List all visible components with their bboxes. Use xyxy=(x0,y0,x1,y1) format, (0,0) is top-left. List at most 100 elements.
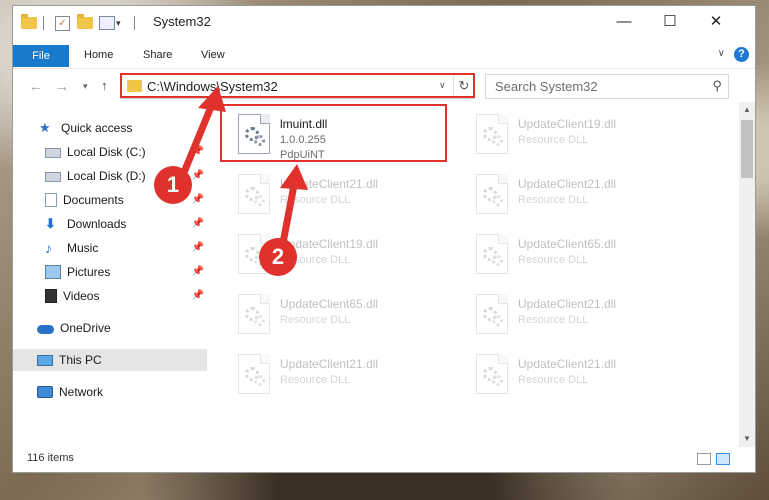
downloads-icon: ⬇ xyxy=(45,216,56,231)
pin-icon[interactable]: 📌 xyxy=(192,266,204,277)
sidebar-item-this-pc[interactable]: This PC xyxy=(13,349,207,371)
pin-icon[interactable]: 📌 xyxy=(192,218,204,229)
sidebar-item-label: This PC xyxy=(59,353,102,367)
ribbon-tabs: File Home Share View ∨ ? xyxy=(13,45,755,67)
sidebar-item-label: Pictures xyxy=(67,265,111,279)
sidebar-item-label: Downloads xyxy=(67,217,127,231)
file-description: Resource DLL xyxy=(518,374,589,386)
file-highlight-box xyxy=(220,104,447,162)
file-item[interactable]: UpdateClient21.dll Resource DLL xyxy=(472,290,700,346)
file-name: UpdateClient19.dll xyxy=(518,117,617,131)
vertical-scrollbar[interactable]: ▲ ▼ xyxy=(739,102,755,447)
file-description: Resource DLL xyxy=(518,134,589,146)
network-icon xyxy=(37,386,53,398)
quick-access-folder-icon[interactable] xyxy=(21,14,37,31)
expand-ribbon-chevron-icon[interactable]: ∨ xyxy=(718,48,725,59)
sidebar-item-videos[interactable]: Videos 📌 xyxy=(13,285,207,307)
address-highlight-box xyxy=(120,73,475,98)
help-icon[interactable]: ? xyxy=(734,47,749,62)
dll-file-icon xyxy=(238,294,270,334)
pin-icon[interactable]: 📌 xyxy=(192,290,204,301)
file-description: Resource DLL xyxy=(280,194,351,206)
documents-icon xyxy=(45,193,57,207)
file-name: UpdateClient21.dll xyxy=(518,357,617,371)
pin-icon[interactable]: 📌 xyxy=(192,146,204,157)
up-button[interactable]: ↑ xyxy=(101,78,108,93)
sidebar-item-downloads[interactable]: ⬇ Downloads 📌 xyxy=(13,213,207,235)
sidebar-item-network[interactable]: Network xyxy=(13,381,207,403)
file-item[interactable]: UpdateClient65.dll Resource DLL xyxy=(234,290,462,346)
pin-icon[interactable]: 📌 xyxy=(192,242,204,253)
sidebar-item-label: Music xyxy=(67,241,99,255)
sidebar-item-local-disk-c[interactable]: Local Disk (C:) 📌 xyxy=(13,141,207,163)
sidebar-item-music[interactable]: ♪ Music 📌 xyxy=(13,237,207,259)
onedrive-icon xyxy=(37,325,54,334)
search-box[interactable]: Search System32 ⚲ xyxy=(485,74,729,99)
file-name: UpdateClient65.dll xyxy=(280,297,379,311)
recent-locations-dropdown[interactable]: ▾ xyxy=(83,81,88,92)
drive-icon xyxy=(45,172,61,182)
sidebar-item-onedrive[interactable]: OneDrive xyxy=(13,317,207,339)
step-2-badge: 2 xyxy=(259,238,297,276)
dll-file-icon xyxy=(238,354,270,394)
dll-file-icon xyxy=(238,174,270,214)
sidebar-item-label: Local Disk (C:) xyxy=(67,145,146,159)
maximize-button[interactable]: ☐ xyxy=(647,6,693,36)
file-item[interactable]: UpdateClient19.dll Resource DLL xyxy=(472,110,700,166)
dll-file-icon xyxy=(476,294,508,334)
qat-dropdown-icon[interactable]: ▾ xyxy=(116,15,121,31)
pin-icon[interactable]: 📌 xyxy=(192,194,204,205)
tab-home[interactable]: Home xyxy=(84,49,113,61)
sidebar-item-label: Network xyxy=(59,385,104,399)
search-icon[interactable]: ⚲ xyxy=(712,78,722,94)
tab-share[interactable]: Share xyxy=(143,49,172,61)
search-input[interactable]: Search System32 xyxy=(495,79,598,94)
title-bar: ✓ ▾ System32 — ☐ ✕ xyxy=(13,6,755,38)
file-name: UpdateClient21.dll xyxy=(518,297,617,311)
file-description: Resource DLL xyxy=(518,194,589,206)
sidebar-item-label: Local Disk (D:) xyxy=(67,169,146,183)
pictures-icon xyxy=(45,265,61,279)
properties-check-icon[interactable]: ✓ xyxy=(55,15,70,31)
file-description: Resource DLL xyxy=(518,254,589,266)
forward-button[interactable]: → xyxy=(55,78,69,94)
star-icon: ★ xyxy=(39,120,51,135)
large-icons-view-icon[interactable] xyxy=(716,453,730,465)
file-item[interactable]: UpdateClient21.dll Resource DLL xyxy=(234,170,462,226)
navigation-pane: ★ Quick access Local Disk (C:) 📌 Local D… xyxy=(13,102,210,447)
pin-icon[interactable]: 📌 xyxy=(192,170,204,181)
file-item[interactable]: UpdateClient21.dll Resource DLL xyxy=(234,350,462,406)
item-count: 116 items xyxy=(27,452,74,464)
scroll-down-arrow-icon[interactable]: ▼ xyxy=(739,431,755,447)
sidebar-item-label: Documents xyxy=(63,193,124,207)
file-description: Resource DLL xyxy=(280,314,351,326)
file-name: UpdateClient21.dll xyxy=(518,177,617,191)
sidebar-item-label: OneDrive xyxy=(60,321,111,335)
file-item[interactable]: UpdateClient21.dll Resource DLL xyxy=(472,170,700,226)
step-1-badge: 1 xyxy=(154,166,192,204)
details-view-icon[interactable] xyxy=(697,453,711,465)
back-button[interactable]: ← xyxy=(29,78,43,94)
dll-file-icon xyxy=(476,234,508,274)
file-item[interactable]: UpdateClient21.dll Resource DLL xyxy=(472,350,700,406)
customize-toolbar-icon[interactable] xyxy=(99,15,115,31)
file-explorer-window: ✓ ▾ System32 — ☐ ✕ File Home Share View … xyxy=(13,6,755,472)
minimize-button[interactable]: — xyxy=(601,6,647,36)
title-separator xyxy=(134,15,135,31)
sidebar-item-pictures[interactable]: Pictures 📌 xyxy=(13,261,207,283)
file-item[interactable]: UpdateClient65.dll Resource DLL xyxy=(472,230,700,286)
music-icon: ♪ xyxy=(45,240,52,256)
videos-icon xyxy=(45,289,57,303)
file-description: Resource DLL xyxy=(280,374,351,386)
window-title: System32 xyxy=(153,14,211,29)
close-button[interactable]: ✕ xyxy=(693,6,739,36)
scroll-thumb[interactable] xyxy=(741,120,753,178)
new-folder-icon[interactable] xyxy=(77,14,93,31)
navigation-bar: ← → ▾ ↑ C:\Windows\System32 ∨ ↻ Search S… xyxy=(13,68,755,103)
tab-file[interactable]: File xyxy=(13,45,69,67)
scroll-up-arrow-icon[interactable]: ▲ xyxy=(739,102,755,118)
sidebar-item-quick-access[interactable]: ★ Quick access xyxy=(13,117,207,139)
tab-view[interactable]: View xyxy=(201,49,225,61)
dll-file-icon xyxy=(476,354,508,394)
file-description: Resource DLL xyxy=(518,314,589,326)
